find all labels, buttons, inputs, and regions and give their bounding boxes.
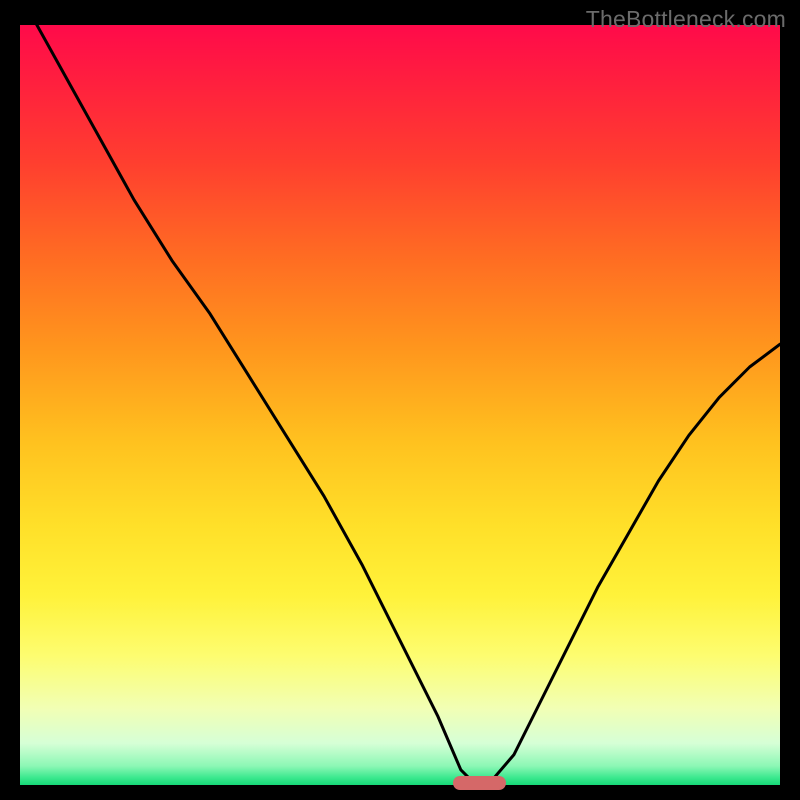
- watermark-text: TheBottleneck.com: [586, 6, 786, 33]
- plot-svg: [20, 25, 780, 785]
- gradient-background: [20, 25, 780, 785]
- plot-area: [20, 25, 780, 785]
- optimal-range-marker: [453, 776, 506, 790]
- chart-frame: TheBottleneck.com: [0, 0, 800, 800]
